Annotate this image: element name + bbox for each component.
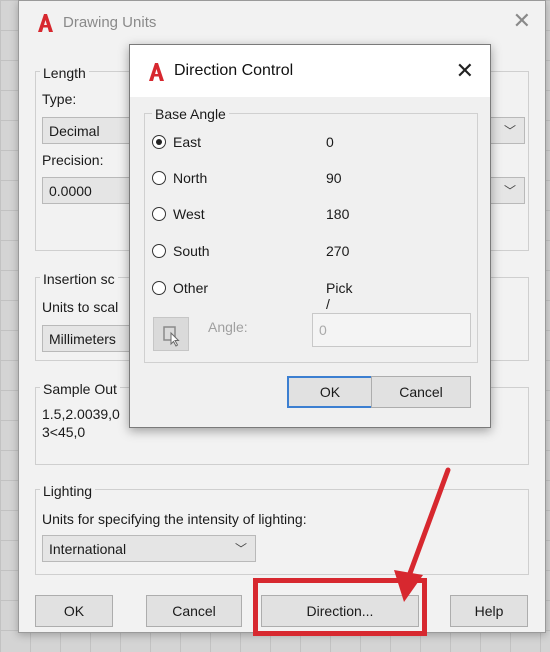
direction-button-highlight (253, 578, 427, 636)
annotation-arrow (394, 467, 451, 602)
